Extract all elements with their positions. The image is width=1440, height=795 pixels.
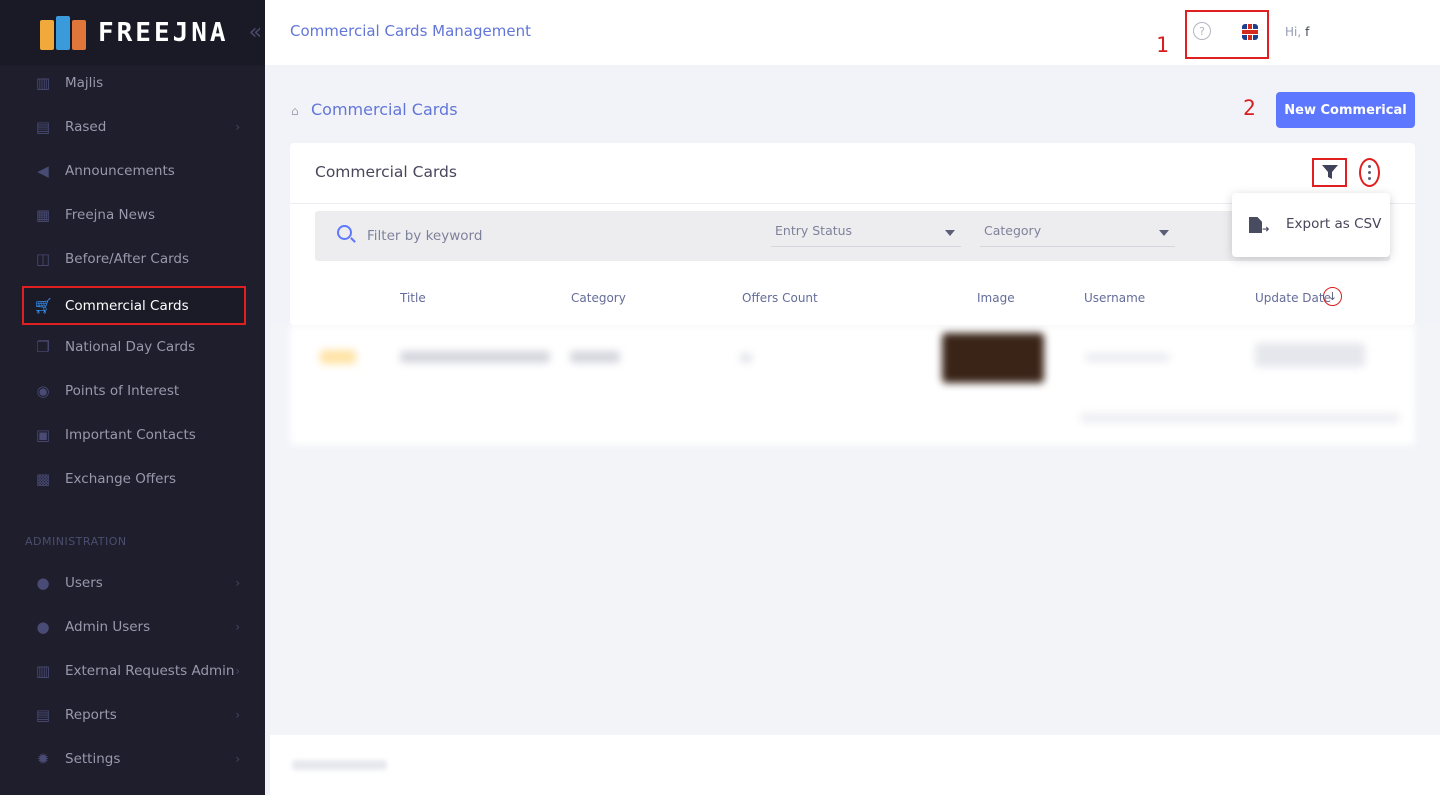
dot [1368,171,1371,174]
sidebar-item-label: Reports [65,707,117,723]
search-icon [337,225,352,240]
chevron-down-icon [1159,230,1169,236]
cart-icon: 🛒︎ [33,296,53,315]
contact-icon: ▣ [35,426,51,444]
dot [1368,177,1371,180]
column-header-offers-count[interactable]: Offers Count [742,291,818,305]
sidebar-item-label: Majlis [65,75,104,91]
columns-icon: ◫ [35,250,51,268]
sidebar-item-label: Before/After Cards [65,251,190,267]
sidebar-item-external-requests-admin[interactable]: ▥ External Requests Admin › [22,653,246,689]
cards-icon: ❐ [36,338,50,356]
sidebar-item-exchange-offers[interactable]: ▩ Exchange Offers [22,461,246,497]
gift-icon: ▩ [35,470,51,488]
user-greeting[interactable]: Hi, f [1285,25,1309,39]
entry-status-select[interactable]: Entry Status [771,223,961,247]
home-icon[interactable]: ⌂ [291,104,303,118]
sidebar-item-label: Rased [65,119,107,135]
card-title: Commercial Cards [315,163,457,181]
help-icon[interactable]: ? [1193,22,1211,40]
chevron-right-icon: › [235,752,240,766]
column-header-update-date[interactable]: Update Date [1255,291,1331,305]
top-header: Commercial Cards Management ? Hi, f [265,0,1440,65]
annotation-2: 2 [1243,96,1256,120]
admin-user-icon: ● [36,618,50,636]
dot [1368,165,1371,168]
annotation-1: 1 [1156,33,1169,57]
sidebar-item-settings[interactable]: ✹ Settings › [22,741,246,777]
sidebar-item-freejna-news[interactable]: ▦ Freejna News [22,197,246,233]
search-input[interactable] [367,225,747,247]
user-icon: ● [36,574,50,592]
sidebar-item-points-of-interest[interactable]: ◉ Points of Interest [22,373,246,409]
chevron-right-icon: › [235,708,240,722]
sidebar-item-label: National Day Cards [65,339,196,355]
gear-icon: ✹ [36,750,50,768]
filter-bar: Entry Status Category [315,211,1390,261]
freejna-logo-icon [40,15,90,50]
chevron-right-icon: › [235,120,240,134]
blurred-footer-text [292,760,387,770]
sidebar-item-label: External Requests Admin [65,663,235,679]
category-select[interactable]: Category [980,223,1175,247]
sidebar-item-users[interactable]: ● Users › [22,565,246,601]
collapse-sidebar-icon[interactable]: « [249,20,262,45]
sidebar-item-label: Users [65,575,103,591]
footer [270,735,1440,795]
column-header-image[interactable]: Image [977,291,1015,305]
sidebar-item-commercial-cards[interactable]: 🛒︎ Commercial Cards [22,286,246,325]
sidebar-item-rased[interactable]: ▤ Rased › [22,109,246,145]
column-header-category[interactable]: Category [571,291,626,305]
sidebar-item-before-after-cards[interactable]: ◫ Before/After Cards [22,241,246,277]
sidebar-item-label: Admin Users [65,619,151,635]
export-csv-menu-item[interactable]: Export as CSV [1286,216,1381,232]
sidebar-item-label: Freejna News [65,207,155,223]
new-commercial-button[interactable]: New Commerical [1276,92,1415,128]
majlis-icon: ▥ [35,74,51,92]
more-options-button[interactable] [1359,158,1380,187]
sidebar-item-label: Settings [65,751,121,767]
sidebar-item-label: Points of Interest [65,383,180,399]
breadcrumb[interactable]: Commercial Cards [311,100,458,119]
sidebar-item-majlis[interactable]: ▥ Majlis [22,65,246,101]
uk-flag-icon[interactable] [1242,24,1258,40]
arrow-right-icon: ➜ [1262,225,1270,235]
report-icon: ▤ [35,706,51,724]
sidebar-item-label: Commercial Cards [65,297,189,314]
sidebar-item-admin-users[interactable]: ● Admin Users › [22,609,246,645]
greeting-text: Hi, [1285,25,1302,39]
more-options-dropdown: ➜ Export as CSV [1232,193,1390,257]
news-icon: ▦ [35,206,51,224]
chevron-right-icon: › [235,576,240,590]
sidebar-item-important-contacts[interactable]: ▣ Important Contacts [22,417,246,453]
sidebar-item-announcements[interactable]: ◀ Announcements [22,153,246,189]
sidebar-item-label: Announcements [65,163,175,179]
entry-status-label: Entry Status [775,223,853,238]
brand[interactable]: FREEJNA « [0,0,265,65]
brand-name: FREEJNA [98,17,229,48]
username: f [1305,25,1310,39]
map-pin-icon: ◉ [36,382,50,400]
column-header-username[interactable]: Username [1084,291,1145,305]
rased-icon: ▤ [35,118,51,136]
chevron-right-icon: › [235,620,240,634]
sidebar-item-label: Important Contacts [65,427,196,443]
megaphone-icon: ◀ [37,162,49,180]
category-label: Category [984,223,1042,238]
sort-descending-icon[interactable]: ↓ [1323,287,1342,306]
chevron-down-icon [945,230,955,236]
sidebar-item-label: Exchange Offers [65,471,177,487]
blurred-table-row [290,325,1415,445]
page-title: Commercial Cards Management [290,22,531,40]
building-icon: ▥ [35,662,51,680]
sidebar-item-reports[interactable]: ▤ Reports › [22,697,246,733]
filter-icon [1321,165,1338,179]
section-administration: ADMINISTRATION [25,535,127,548]
sidebar-item-national-day-cards[interactable]: ❐ National Day Cards [22,329,246,365]
column-header-title[interactable]: Title [400,291,426,305]
filter-button[interactable] [1312,158,1347,187]
export-file-icon [1249,217,1262,233]
chevron-right-icon: › [235,664,240,678]
sidebar: FREEJNA « ▥ Majlis ▤ Rased › ◀ Announcem… [0,0,265,795]
